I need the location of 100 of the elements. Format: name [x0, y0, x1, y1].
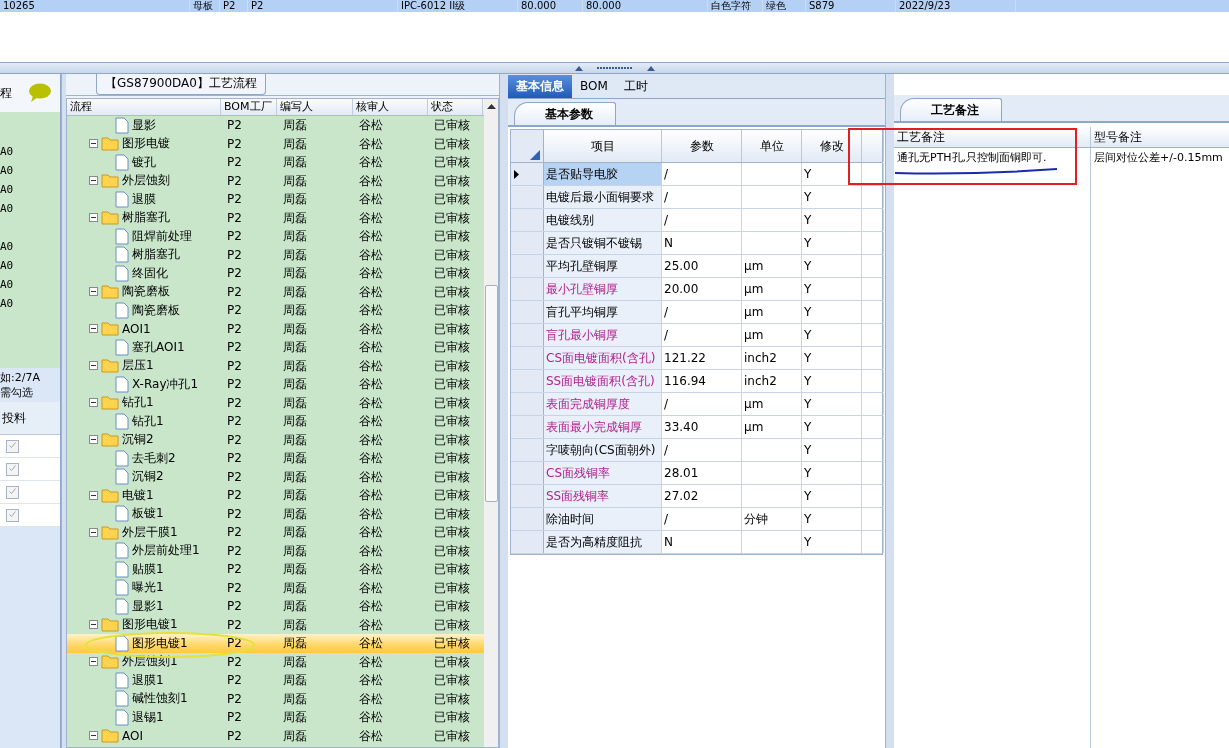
process-row[interactable]: 碱性蚀刻1 P2 周磊 谷松 已审核: [67, 689, 484, 708]
process-row[interactable]: 陶瓷磨板 P2 周磊 谷松 已审核: [67, 301, 484, 320]
collapse-icon[interactable]: [89, 324, 98, 334]
process-row[interactable]: 退锡1 P2 周磊 谷松 已审核: [67, 708, 484, 727]
checkbox[interactable]: [6, 439, 19, 453]
table-row[interactable]: 10265 母板 P2 P2 IPC-6012 II级 80.000 80.000 白色字符 绿色 S879 2022/9/23: [0, 0, 1229, 12]
table-row[interactable]: 字唛朝向(CS面朝外) / Y: [511, 439, 882, 462]
process-row[interactable]: 树脂塞孔 P2 周磊 谷松 已审核: [67, 208, 484, 227]
column-header[interactable]: 修改: [802, 130, 862, 162]
table-row[interactable]: 表面最小完成铜厚 33.40 μm Y: [511, 416, 882, 439]
table-row[interactable]: CS面残铜率 28.01 Y: [511, 462, 882, 485]
table-row[interactable]: [0, 458, 60, 481]
collapse-icon[interactable]: [89, 176, 98, 186]
table-row[interactable]: 电镀线别 / Y: [511, 209, 882, 232]
table-row[interactable]: 电镀后最小面铜要求 / Y: [511, 186, 882, 209]
table-row[interactable]: 平均孔壁铜厚 25.00 μm Y: [511, 255, 882, 278]
process-row[interactable]: AOI P2 周磊 谷松 已审核: [67, 726, 484, 745]
process-row[interactable]: 陶瓷磨板 P2 周磊 谷松 已审核: [67, 282, 484, 301]
row-header[interactable]: [511, 163, 544, 185]
table-row[interactable]: 最小孔壁铜厚 20.00 μm Y: [511, 278, 882, 301]
column-header[interactable]: BOM工厂: [221, 99, 277, 115]
table-row[interactable]: 除油时间 / 分钟 Y: [511, 508, 882, 531]
table-row[interactable]: 是否贴导电胶 / Y: [511, 163, 882, 186]
column-header[interactable]: 状态: [428, 99, 483, 115]
column-header[interactable]: 工艺备注: [894, 127, 1091, 148]
table-row[interactable]: 盲孔平均铜厚 / μm Y: [511, 301, 882, 324]
collapse-icon[interactable]: [89, 398, 98, 408]
table-row[interactable]: [0, 504, 60, 527]
process-row[interactable]: 显影1 P2 周磊 谷松 已审核: [67, 597, 484, 616]
collapse-icon[interactable]: [89, 361, 98, 371]
column-header[interactable]: 投料: [0, 402, 60, 435]
process-row[interactable]: 镀孔 P2 周磊 谷松 已审核: [67, 153, 484, 172]
checkbox[interactable]: [6, 462, 19, 476]
sub-tab[interactable]: 基本参数: [514, 102, 616, 125]
collapse-icon[interactable]: [89, 213, 98, 223]
process-row[interactable]: 终固化 P2 周磊 谷松 已审核: [67, 264, 484, 283]
column-header[interactable]: 型号备注: [1091, 127, 1229, 148]
process-row[interactable]: AOI1 P2 周磊 谷松 已审核: [67, 319, 484, 338]
process-row[interactable]: 显影 P2 周磊 谷松 已审核: [67, 116, 484, 135]
process-row[interactable]: 板镀1 P2 周磊 谷松 已审核: [67, 504, 484, 523]
process-row[interactable]: 外层前处理1 P2 周磊 谷松 已审核: [67, 541, 484, 560]
collapse-icon[interactable]: [89, 490, 98, 500]
collapse-icon[interactable]: [89, 287, 98, 297]
item-cell: 电镀后最小面铜要求: [544, 186, 662, 208]
process-row[interactable]: 阻焊前处理 P2 周磊 谷松 已审核: [67, 227, 484, 246]
column-header[interactable]: 项目: [544, 130, 662, 162]
process-row[interactable]: 塞孔AOI1 P2 周磊 谷松 已审核: [67, 338, 484, 357]
column-header[interactable]: 参数: [662, 130, 742, 162]
checkbox[interactable]: [6, 485, 19, 499]
tab[interactable]: 工时: [615, 75, 656, 98]
sub-tab[interactable]: 工艺备注: [900, 98, 1002, 122]
process-row[interactable]: 图形电镀1 P2 周磊 谷松 已审核: [67, 615, 484, 634]
splitter-bar[interactable]: [61, 74, 66, 748]
tab[interactable]: 基本信息: [508, 75, 572, 98]
step-name: 层压1: [122, 357, 154, 375]
speech-bubble-icon[interactable]: [28, 83, 52, 103]
panel-title-tab[interactable]: 【GS87900DA0】工艺流程: [96, 74, 266, 95]
process-row[interactable]: 退膜 P2 周磊 谷松 已审核: [67, 190, 484, 209]
table-row[interactable]: [0, 435, 60, 458]
table-row[interactable]: 是否只镀铜不镀锡 N Y: [511, 232, 882, 255]
collapse-icon[interactable]: [89, 139, 98, 149]
process-row[interactable]: 退膜1 P2 周磊 谷松 已审核: [67, 671, 484, 690]
process-row[interactable]: 贴膜1 P2 周磊 谷松 已审核: [67, 560, 484, 579]
process-row[interactable]: 图形电镀1 P2 周磊 谷松 已审核: [67, 634, 484, 653]
process-row[interactable]: X-Ray冲孔1 P2 周磊 谷松 已审核: [67, 375, 484, 394]
column-header[interactable]: 流程: [67, 99, 221, 115]
tab[interactable]: BOM: [572, 75, 616, 98]
process-row[interactable]: 层压1 P2 周磊 谷松 已审核: [67, 356, 484, 375]
table-row[interactable]: 是否为高精度阻抗 N Y: [511, 531, 882, 554]
collapse-icon[interactable]: [89, 620, 98, 630]
collapse-icon[interactable]: [89, 527, 98, 537]
process-row[interactable]: 电镀1 P2 周磊 谷松 已审核: [67, 486, 484, 505]
scrollbar[interactable]: [484, 99, 498, 747]
process-row[interactable]: 沉铜2 P2 周磊 谷松 已审核: [67, 430, 484, 449]
collapse-icon[interactable]: [89, 657, 98, 667]
process-row[interactable]: 钻孔1 P2 周磊 谷松 已审核: [67, 393, 484, 412]
checkbox[interactable]: [6, 508, 19, 522]
process-row[interactable]: 钻孔1 P2 周磊 谷松 已审核: [67, 412, 484, 431]
process-row[interactable]: 外层干膜1 P2 周磊 谷松 已审核: [67, 523, 484, 542]
arrow-up-icon[interactable]: [486, 103, 496, 109]
table-row[interactable]: SS面残铜率 27.02 Y: [511, 485, 882, 508]
column-header[interactable]: 单位: [742, 130, 802, 162]
table-row[interactable]: 盲孔最小铜厚 / μm Y: [511, 324, 882, 347]
process-row[interactable]: 图形电镀 P2 周磊 谷松 已审核: [67, 134, 484, 153]
column-header[interactable]: 编写人: [277, 99, 353, 115]
splitter-grip-icon[interactable]: [574, 65, 655, 71]
process-row[interactable]: 曝光1 P2 周磊 谷松 已审核: [67, 578, 484, 597]
splitter-bar[interactable]: [885, 74, 894, 748]
column-header[interactable]: 核审人: [353, 99, 428, 115]
table-row[interactable]: CS面电镀面积(含孔) 121.22 inch2 Y: [511, 347, 882, 370]
collapse-icon[interactable]: [89, 435, 98, 445]
process-row[interactable]: 外层蚀刻 P2 周磊 谷松 已审核: [67, 171, 484, 190]
process-row[interactable]: 沉铜2 P2 周磊 谷松 已审核: [67, 467, 484, 486]
table-row[interactable]: SS面电镀面积(含孔) 116.94 inch2 Y: [511, 370, 882, 393]
process-row[interactable]: 树脂塞孔 P2 周磊 谷松 已审核: [67, 245, 484, 264]
factory-cell-text: P2: [226, 709, 243, 726]
collapse-icon[interactable]: [89, 731, 98, 741]
table-row[interactable]: [0, 481, 60, 504]
process-row[interactable]: 去毛刺2 P2 周磊 谷松 已审核: [67, 449, 484, 468]
table-row[interactable]: 表面完成铜厚度 / μm Y: [511, 393, 882, 416]
